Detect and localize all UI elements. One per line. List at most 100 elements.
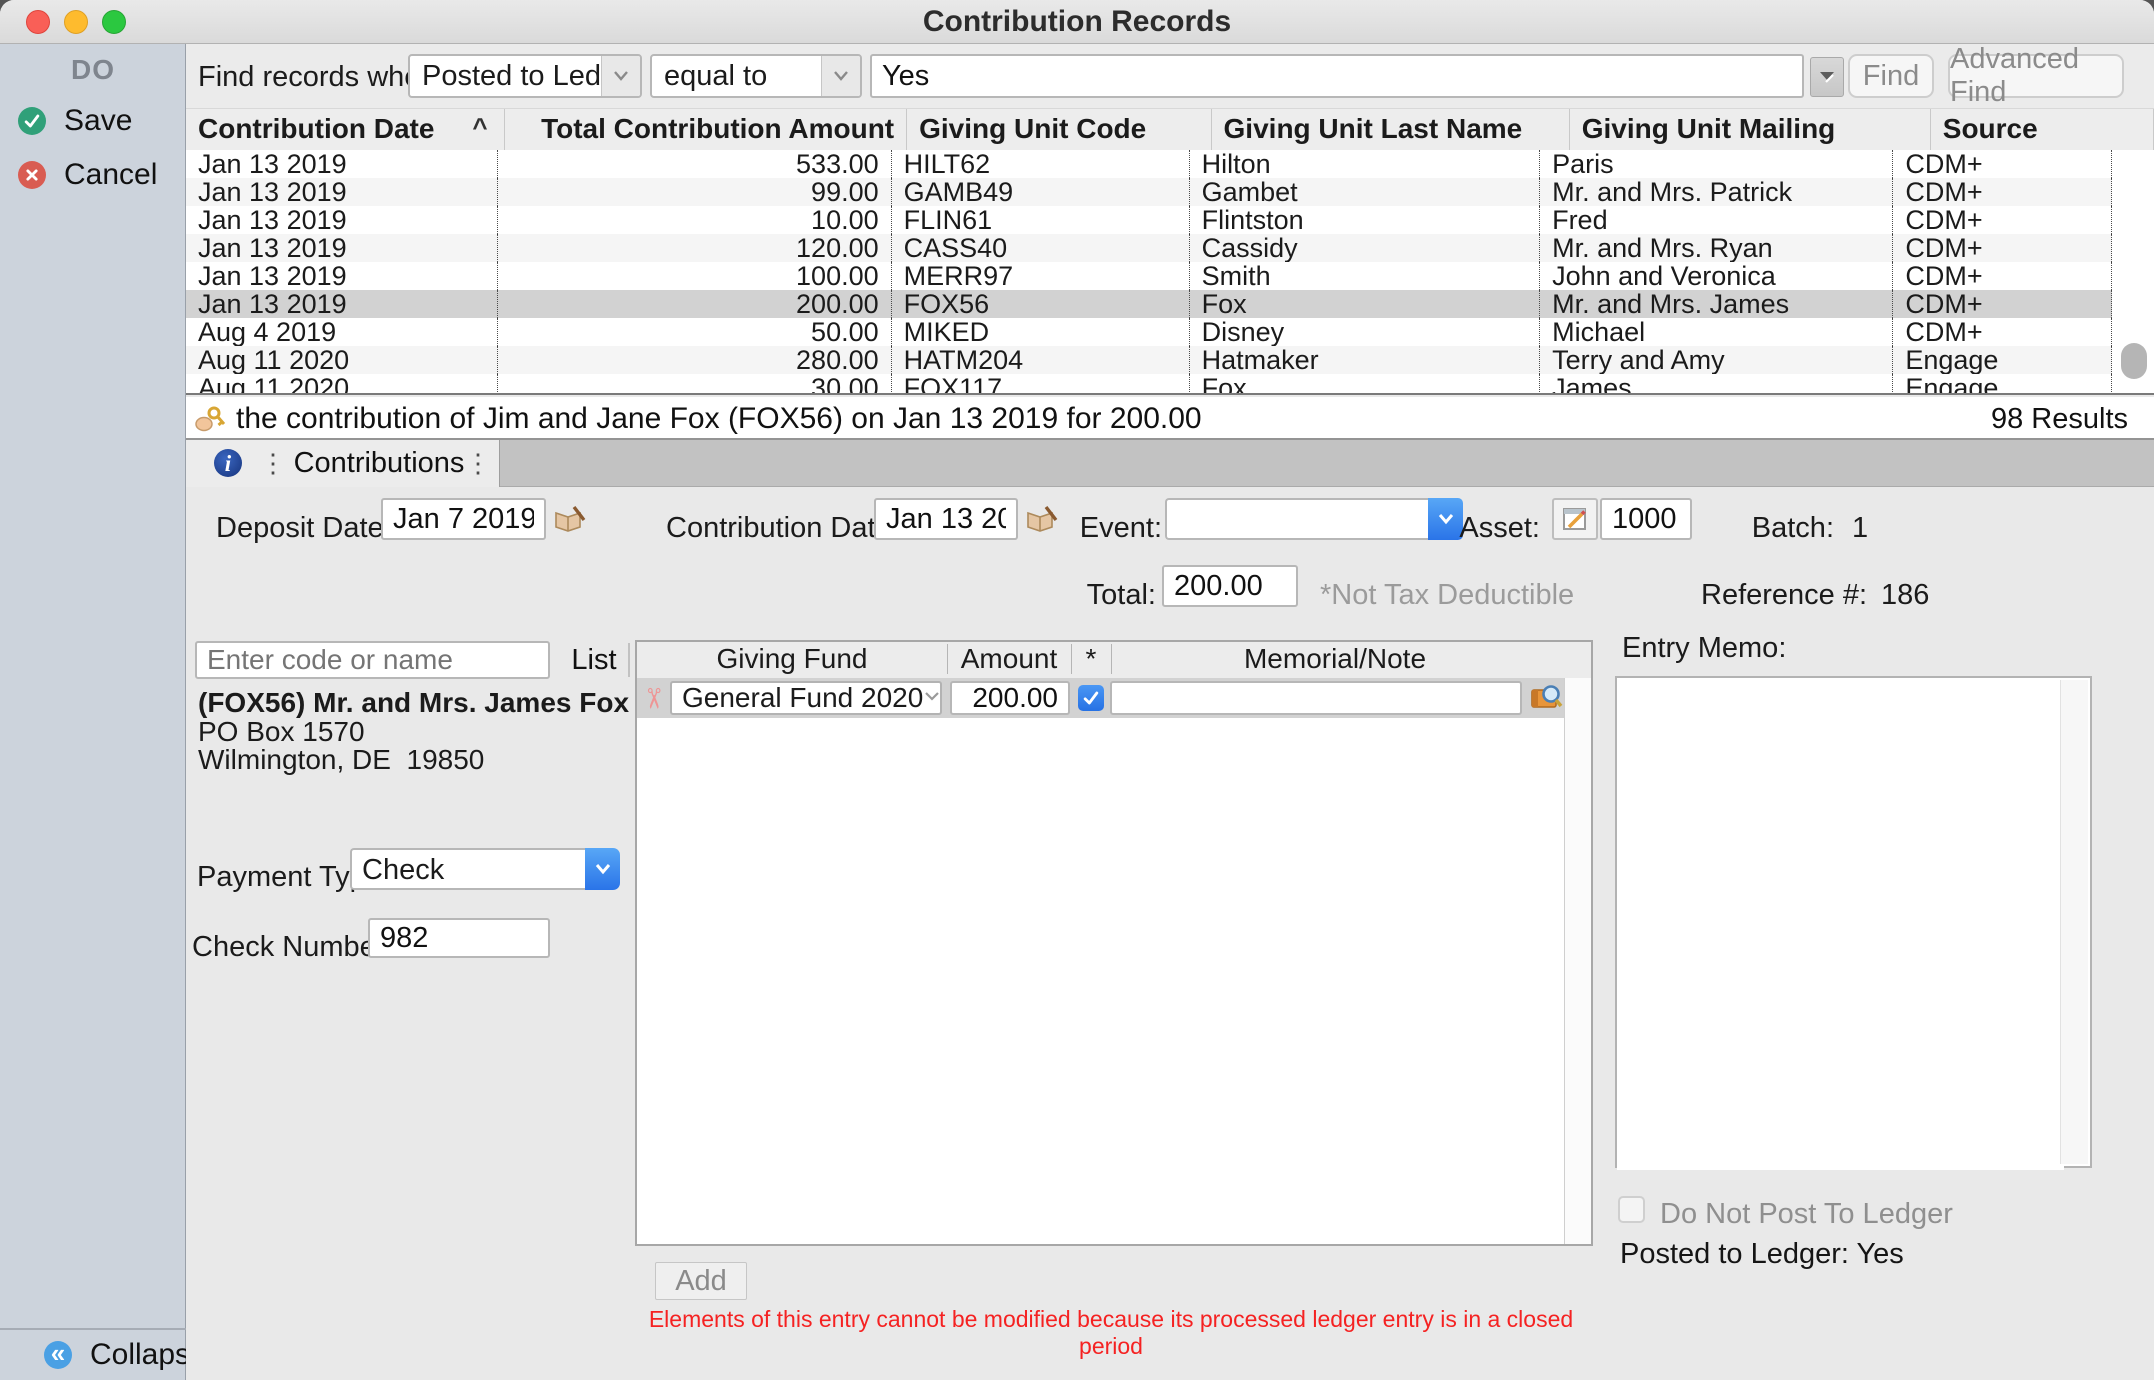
cancel-label: Cancel bbox=[64, 158, 157, 192]
contributions-tab-label: Contributions bbox=[294, 447, 465, 480]
field-selector-dropdown[interactable]: Posted to Ledger bbox=[408, 54, 642, 98]
entry-memo-label: Entry Memo: bbox=[1622, 632, 1786, 665]
entry-memo-textarea[interactable] bbox=[1617, 678, 2064, 1170]
status-bar: the contribution of Jim and Jane Fox (FO… bbox=[186, 397, 2154, 440]
table-row[interactable]: Aug 4 201950.00MIKEDDisneyMichaelCDM+ bbox=[186, 318, 2112, 346]
payment-type-value: Check bbox=[352, 854, 444, 886]
chevron-down-icon bbox=[821, 56, 860, 96]
do-not-post-label: Do Not Post To Ledger bbox=[1660, 1198, 1953, 1231]
tax-deductible-checkbox[interactable] bbox=[1078, 685, 1104, 711]
event-dropdown[interactable] bbox=[1165, 498, 1463, 540]
save-button[interactable]: Save bbox=[18, 104, 132, 138]
batch-label: Batch: bbox=[1726, 512, 1834, 545]
payment-type-dropdown[interactable]: Check bbox=[350, 848, 620, 890]
save-check-icon bbox=[18, 107, 46, 135]
chevron-down-icon bbox=[923, 689, 940, 707]
collapse-chevrons-icon: « bbox=[44, 1341, 72, 1369]
reference-value: 186 bbox=[1881, 579, 1929, 612]
giving-fund-table: Giving Fund Amount * Memorial/Note ✂ Gen… bbox=[635, 640, 1593, 1246]
operator-selector-value: equal to bbox=[652, 60, 821, 93]
contribution-date-label: Contribution Date: bbox=[666, 512, 868, 545]
zoom-window-icon[interactable] bbox=[102, 10, 126, 34]
advanced-find-button-label: Advanced Find bbox=[1950, 43, 2122, 109]
giving-fund-value: General Fund 2020 bbox=[672, 682, 923, 714]
contribution-date-input[interactable] bbox=[874, 498, 1018, 540]
deposit-date-input[interactable] bbox=[381, 498, 546, 540]
giving-unit-search-input[interactable] bbox=[195, 641, 550, 679]
status-text: the contribution of Jim and Jane Fox (FO… bbox=[236, 402, 1202, 436]
amount-column-header: Amount bbox=[947, 642, 1071, 676]
total-label: Total: bbox=[1036, 579, 1156, 612]
posted-to-ledger-status: Posted to Ledger: Yes bbox=[1620, 1238, 1904, 1271]
asset-input[interactable] bbox=[1600, 498, 1692, 540]
tab-record-info[interactable]: i ⋮ bbox=[186, 440, 286, 487]
reference-number: Reference #: 186 bbox=[1701, 579, 1929, 612]
table-row[interactable]: Jan 13 2019120.00CASS40CassidyMr. and Mr… bbox=[186, 234, 2112, 262]
table-row[interactable]: Jan 13 201910.00FLIN61FlintstonFredCDM+ bbox=[186, 206, 2112, 234]
do-not-post-checkbox[interactable] bbox=[1618, 1196, 1645, 1223]
table-row[interactable]: Jan 13 2019533.00HILT62HiltonParisCDM+ bbox=[186, 150, 2112, 178]
payment-type-dropdown-button[interactable] bbox=[585, 848, 620, 890]
giving-unit-name: (FOX56) Mr. and Mrs. James Fox bbox=[198, 689, 629, 718]
table-row[interactable]: Jan 13 2019100.00MERR97SmithJohn and Ver… bbox=[186, 262, 2112, 290]
dropdown-arrow-icon bbox=[1817, 68, 1837, 86]
column-header-mailing-name[interactable]: Giving Unit Mailing Name bbox=[1570, 109, 1931, 150]
memorial-lookup-icon[interactable] bbox=[1530, 681, 1564, 718]
date-picker-icon[interactable] bbox=[552, 503, 588, 540]
giving-unit-address-block: (FOX56) Mr. and Mrs. James Fox PO Box 15… bbox=[198, 689, 629, 775]
table-row[interactable]: Jan 13 201999.00GAMB49GambetMr. and Mrs.… bbox=[186, 178, 2112, 206]
minimize-window-icon[interactable] bbox=[64, 10, 88, 34]
find-button[interactable]: Find bbox=[1848, 54, 1934, 98]
column-header-last-name[interactable]: Giving Unit Last Name bbox=[1212, 109, 1570, 150]
giving-fund-dropdown[interactable]: General Fund 2020 bbox=[670, 681, 942, 715]
column-header-source[interactable]: Source bbox=[1931, 109, 2154, 150]
title-bar: Contribution Records bbox=[0, 0, 2154, 44]
memorial-note-input[interactable] bbox=[1110, 681, 1522, 715]
save-label: Save bbox=[64, 104, 132, 138]
sort-ascending-icon: ^ bbox=[472, 107, 487, 147]
list-button[interactable]: List bbox=[560, 643, 630, 677]
find-bar: Find records where Posted to Ledger equa… bbox=[186, 44, 2154, 108]
column-header-giving-unit-code[interactable]: Giving Unit Code bbox=[907, 109, 1211, 150]
tab-contributions[interactable]: Contributions ⋮ bbox=[285, 440, 500, 487]
column-header-contribution-date[interactable]: Contribution Date ^ bbox=[186, 109, 505, 150]
contribution-form: Deposit Date: Contribution Date: Event: bbox=[186, 487, 2154, 1380]
fund-table-scrollbar-track[interactable] bbox=[1564, 678, 1591, 1244]
record-pointer-icon bbox=[195, 404, 227, 437]
fund-table-header: Giving Fund Amount * Memorial/Note bbox=[637, 642, 1591, 680]
table-row-selected[interactable]: Jan 13 2019200.00FOX56FoxMr. and Mrs. Ja… bbox=[186, 290, 2112, 318]
fund-amount-input[interactable] bbox=[950, 681, 1070, 715]
results-count: 98 Results bbox=[1991, 403, 2128, 436]
total-input[interactable] bbox=[1162, 565, 1298, 607]
sidebar-divider bbox=[0, 1328, 186, 1330]
giving-unit-address1: PO Box 1570 bbox=[198, 718, 629, 747]
entry-memo-scrollbar-track[interactable] bbox=[2060, 680, 2088, 1164]
fund-row: ✂ General Fund 2020 bbox=[637, 678, 1591, 718]
entry-memo-box bbox=[1615, 676, 2092, 1168]
event-label: Event: bbox=[1062, 512, 1162, 545]
deposit-date-label: Deposit Date: bbox=[216, 512, 376, 545]
not-tax-deductible-note: *Not Tax Deductible bbox=[1320, 579, 1574, 612]
search-value-input[interactable] bbox=[870, 54, 1804, 98]
cancel-x-icon bbox=[18, 161, 46, 189]
operator-selector-dropdown[interactable]: equal to bbox=[650, 54, 862, 98]
add-button-label: Add bbox=[675, 1265, 727, 1298]
table-row[interactable]: Aug 11 2020280.00HATM204HatmakerTerry an… bbox=[186, 346, 2112, 374]
chevron-down-icon bbox=[601, 56, 640, 96]
date-picker-icon[interactable] bbox=[1024, 503, 1060, 540]
check-number-input[interactable] bbox=[368, 918, 550, 958]
search-options-button[interactable] bbox=[1810, 57, 1844, 97]
vertical-dots-icon: ⋮ bbox=[260, 450, 286, 476]
asset-edit-button[interactable] bbox=[1552, 498, 1598, 540]
column-header-total-amount[interactable]: Total Contribution Amount bbox=[505, 109, 908, 150]
reference-label: Reference #: bbox=[1701, 579, 1867, 612]
cancel-button[interactable]: Cancel bbox=[18, 158, 157, 192]
add-fund-row-button[interactable]: Add bbox=[655, 1262, 747, 1300]
advanced-find-button[interactable]: Advanced Find bbox=[1948, 54, 2124, 98]
results-scrollbar-thumb[interactable] bbox=[2121, 343, 2147, 379]
collapse-button[interactable]: « Collapse bbox=[44, 1338, 207, 1372]
list-button-label: List bbox=[571, 644, 616, 677]
scissors-delete-icon[interactable]: ✂ bbox=[637, 687, 670, 710]
close-window-icon[interactable] bbox=[26, 10, 50, 34]
table-row[interactable]: Aug 11 202030.00FOX117FoxJamesEngage bbox=[186, 374, 2112, 395]
